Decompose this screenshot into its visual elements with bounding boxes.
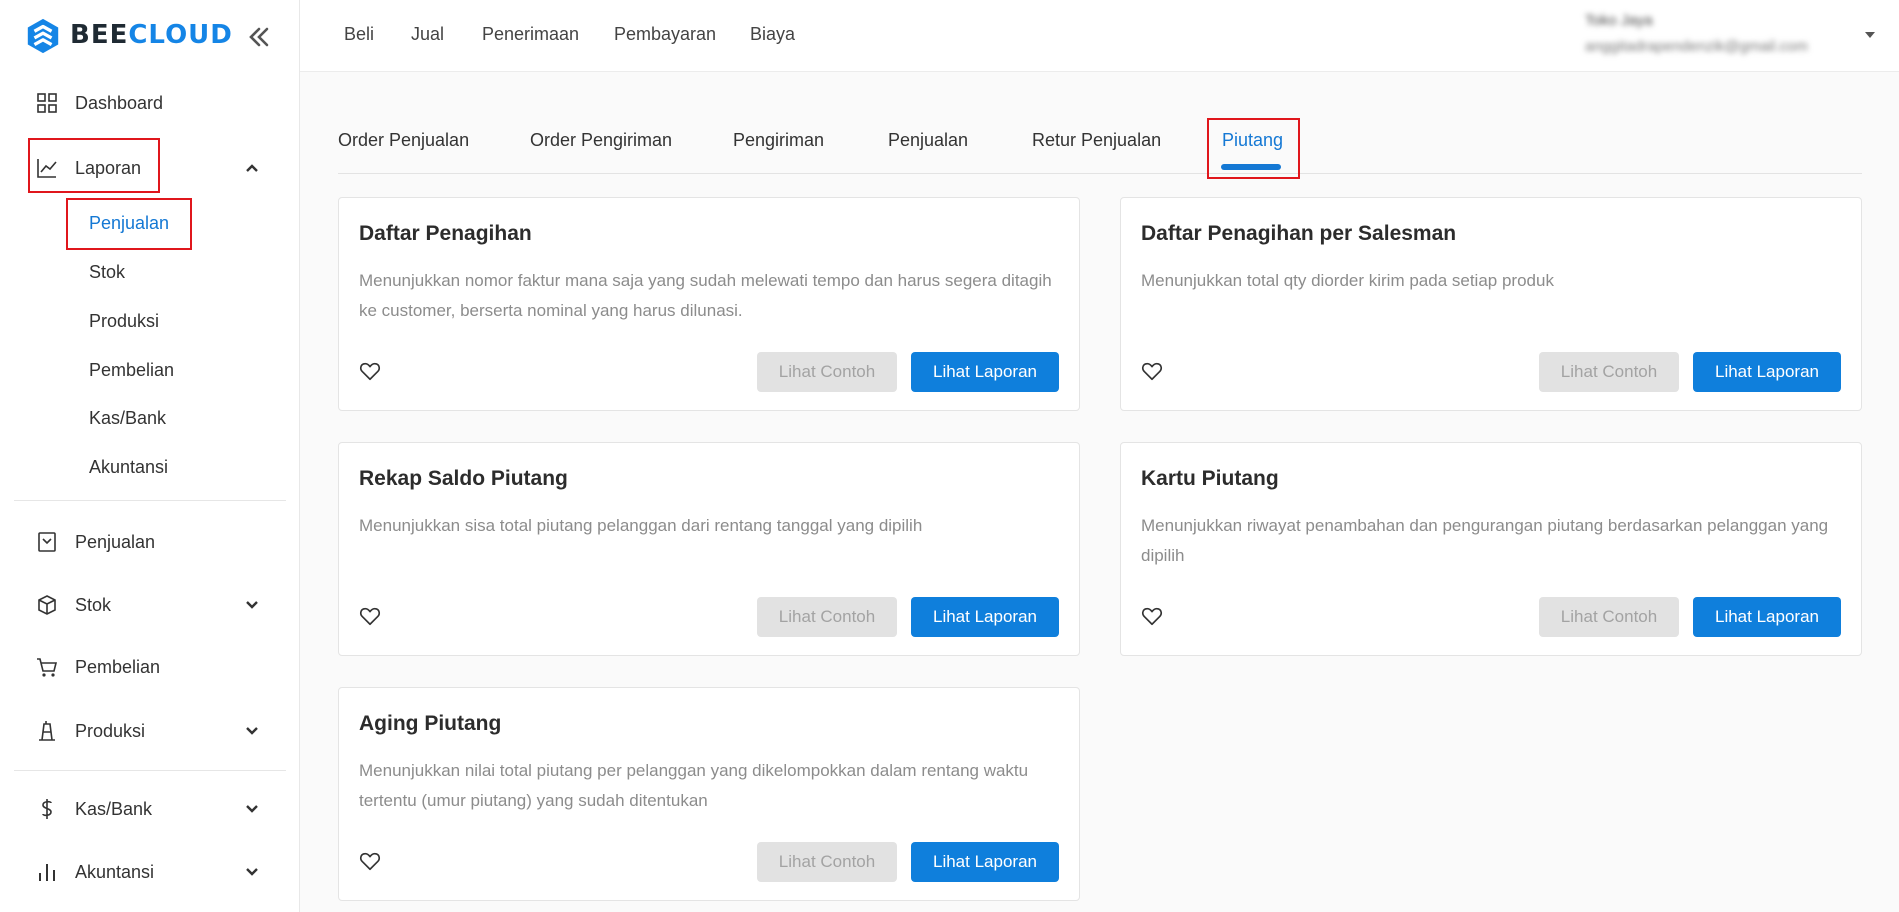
sidebar-item-laporan[interactable]: Laporan	[14, 144, 286, 192]
bar-chart-icon	[39, 864, 55, 881]
sidebar-subitem-akuntansi[interactable]: Akuntansi	[68, 447, 268, 487]
report-description: Menunjukkan total qty diorder kirim pada…	[1141, 271, 1554, 290]
view-report-button[interactable]: Lihat Laporan	[1693, 352, 1841, 392]
tab-order-pengiriman[interactable]: Order Pengiriman	[530, 130, 672, 151]
view-sample-button[interactable]: Lihat Contoh	[757, 842, 897, 882]
sidebar-subitem-stok[interactable]: Stok	[68, 252, 268, 292]
heart-icon[interactable]	[1141, 360, 1163, 382]
topnav-pembayaran[interactable]: Pembayaran	[614, 24, 716, 45]
sidebar-subitem-label: Stok	[89, 262, 126, 282]
tab-piutang[interactable]: Piutang	[1222, 130, 1283, 151]
sidebar-subitem-pembelian[interactable]: Pembelian	[68, 350, 268, 390]
sidebar-item-penjualan[interactable]: Penjualan	[14, 518, 286, 566]
report-title: Aging Piutang	[359, 712, 502, 735]
sidebar-item-label: Kas/Bank	[75, 799, 153, 819]
report-card: Rekap Saldo Piutang Menunjukkan sisa tot…	[338, 442, 1080, 656]
view-sample-button[interactable]: Lihat Contoh	[757, 352, 897, 392]
sidebar-item-stok[interactable]: Stok	[14, 581, 286, 629]
report-card: Daftar Penagihan per Salesman Menunjukka…	[1120, 197, 1862, 411]
topnav-penerimaan[interactable]: Penerimaan	[482, 24, 579, 45]
user-email: anggitadrapendenzik@gmail.com	[1585, 38, 1808, 55]
logo: BEECLOUD	[24, 14, 276, 58]
heart-icon[interactable]	[359, 850, 381, 872]
heart-icon[interactable]	[359, 605, 381, 627]
sidebar-subitem-label: Produksi	[89, 311, 160, 331]
chevron-up-icon	[246, 164, 258, 172]
sidebar-item-label: Produksi	[75, 721, 146, 741]
report-description: Menunjukkan riwayat penambahan dan pengu…	[1141, 516, 1829, 565]
tab-penjualan[interactable]: Penjualan	[888, 130, 968, 151]
sidebar-item-label: Penjualan	[75, 532, 156, 552]
active-tab-indicator	[1221, 164, 1281, 170]
topnav-biaya[interactable]: Biaya	[750, 24, 795, 45]
sidebar-item-pembelian[interactable]: Pembelian	[14, 643, 286, 691]
report-title: Daftar Penagihan	[359, 222, 532, 245]
chevron-down-icon	[246, 727, 258, 735]
view-report-button[interactable]: Lihat Laporan	[1693, 597, 1841, 637]
brand-name: BEECLOUD	[70, 20, 233, 50]
sidebar-subitem-penjualan[interactable]: Penjualan	[68, 203, 268, 243]
tab-pengiriman[interactable]: Pengiriman	[733, 130, 824, 151]
report-description: Menunjukkan nomor faktur mana saja yang …	[359, 271, 1052, 320]
cart-icon	[37, 658, 58, 677]
view-sample-button[interactable]: Lihat Contoh	[1539, 352, 1679, 392]
heart-icon[interactable]	[1141, 605, 1163, 627]
chevron-down-icon	[246, 601, 258, 609]
view-report-button[interactable]: Lihat Laporan	[911, 842, 1059, 882]
view-report-button[interactable]: Lihat Laporan	[911, 352, 1059, 392]
sidebar-item-label: Akuntansi	[75, 862, 155, 882]
view-sample-button[interactable]: Lihat Contoh	[1539, 597, 1679, 637]
beecloud-logo-icon	[27, 18, 59, 54]
heart-icon[interactable]	[359, 360, 381, 382]
dollar-icon	[42, 799, 52, 819]
report-title: Daftar Penagihan per Salesman	[1141, 222, 1457, 245]
grid-icon	[37, 93, 57, 113]
sidebar-subitem-produksi[interactable]: Produksi	[68, 301, 268, 341]
sidebar-item-dashboard[interactable]: Dashboard	[14, 79, 286, 127]
chevron-down-icon	[246, 868, 258, 876]
report-card: Kartu Piutang Menunjukkan riwayat penamb…	[1120, 442, 1862, 656]
sidebar-item-kasbank[interactable]: Kas/Bank	[14, 785, 286, 833]
report-description: Menunjukkan nilai total piutang per pela…	[359, 761, 1029, 810]
sales-box-icon	[38, 532, 56, 552]
topnav-beli[interactable]: Beli	[344, 24, 374, 45]
topnav-jual[interactable]: Jual	[411, 24, 444, 45]
report-title: Rekap Saldo Piutang	[359, 467, 568, 490]
sidebar-subitem-kasbank[interactable]: Kas/Bank	[68, 398, 268, 438]
report-description: Menunjukkan sisa total piutang pelanggan…	[359, 516, 923, 535]
report-card: Daftar Penagihan Menunjukkan nomor faktu…	[338, 197, 1080, 411]
user-name: Toko Jaya	[1585, 12, 1653, 29]
user-menu[interactable]: Toko Jaya anggitadrapendenzik@gmail.com	[1585, 10, 1875, 60]
chevron-down-icon	[246, 805, 258, 813]
chart-line-icon	[37, 159, 57, 178]
report-card: Aging Piutang Menunjukkan nilai total pi…	[338, 687, 1080, 901]
sidebar-subitem-label: Penjualan	[89, 213, 170, 233]
sidebar-item-akuntansi[interactable]: Akuntansi	[14, 848, 286, 896]
sidebar-item-produksi[interactable]: Produksi	[14, 707, 286, 755]
production-icon	[39, 721, 55, 741]
view-report-button[interactable]: Lihat Laporan	[911, 597, 1059, 637]
sidebar: BEECLOUD Dashboard Laporan Penjualan Sto…	[0, 0, 300, 912]
collapse-sidebar-icon[interactable]	[246, 24, 272, 50]
tab-retur-penjualan[interactable]: Retur Penjualan	[1032, 130, 1161, 151]
sidebar-divider	[14, 500, 286, 501]
sidebar-subitem-label: Pembelian	[89, 360, 175, 380]
sidebar-item-label: Dashboard	[75, 93, 164, 113]
sidebar-divider	[14, 770, 286, 771]
sidebar-item-label: Stok	[75, 595, 112, 615]
report-title: Kartu Piutang	[1141, 467, 1279, 490]
sidebar-subitem-label: Akuntansi	[89, 457, 169, 477]
sidebar-item-label: Laporan	[75, 158, 142, 178]
report-tabs: Order Penjualan Order Pengiriman Pengiri…	[338, 100, 1862, 174]
view-sample-button[interactable]: Lihat Contoh	[757, 597, 897, 637]
sidebar-subitem-label: Kas/Bank	[89, 408, 167, 428]
caret-down-icon	[1865, 32, 1875, 38]
top-navbar: Beli Jual Penerimaan Pembayaran Biaya To…	[300, 0, 1899, 72]
cube-icon	[38, 595, 56, 615]
tab-order-penjualan[interactable]: Order Penjualan	[338, 130, 469, 151]
sidebar-item-label: Pembelian	[75, 657, 161, 677]
